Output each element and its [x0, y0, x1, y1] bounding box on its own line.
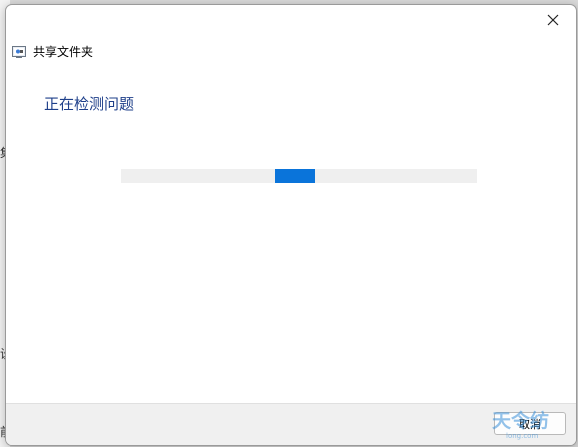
progress-indicator — [275, 169, 315, 183]
status-heading: 正在检测问题 — [44, 95, 135, 113]
progress-bar — [121, 169, 477, 183]
dialog-title: 共享文件夹 — [33, 45, 94, 59]
dialog-footer: 取消 — [6, 403, 576, 445]
troubleshooter-dialog: 共享文件夹 正在检测问题 取消 天令纺 long.com — [5, 4, 577, 446]
close-button[interactable] — [530, 5, 576, 35]
cancel-button[interactable]: 取消 — [494, 412, 566, 435]
shared-folder-troubleshooter-icon — [12, 45, 26, 58]
close-icon — [547, 14, 559, 26]
dialog-title-bar: 共享文件夹 — [12, 43, 93, 60]
